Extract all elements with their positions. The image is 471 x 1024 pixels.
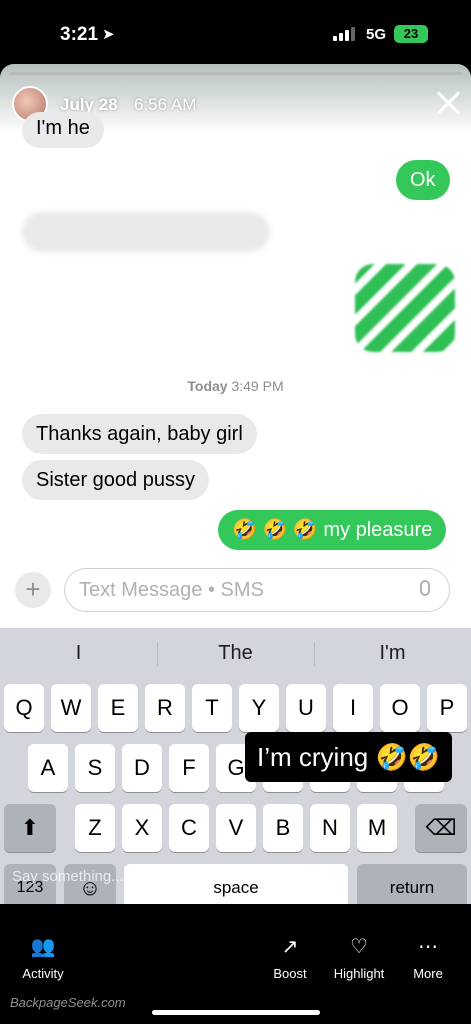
- message-bubble-received: Sister good pussy: [22, 460, 209, 500]
- microphone-icon[interactable]: [420, 580, 430, 596]
- key-c[interactable]: C: [169, 804, 209, 852]
- home-indicator: [152, 1010, 320, 1015]
- backspace-icon[interactable]: ⌫: [415, 804, 467, 852]
- status-time: 3:21: [60, 24, 99, 45]
- ellipsis-icon: ⋯: [418, 936, 438, 958]
- key-r[interactable]: R: [145, 684, 185, 732]
- cellular-signal-icon: [333, 27, 355, 41]
- close-icon[interactable]: [434, 88, 464, 118]
- shift-key[interactable]: ⬆: [4, 804, 56, 852]
- key-i[interactable]: I: [333, 684, 373, 732]
- key-u[interactable]: U: [286, 684, 326, 732]
- message-bubble-received: I'm he: [22, 112, 104, 148]
- message-composer: + Text Message • SMS: [0, 564, 471, 624]
- people-icon: 👥: [30, 936, 56, 958]
- space-key[interactable]: space: [124, 864, 348, 904]
- key-d[interactable]: D: [122, 744, 162, 792]
- key-a[interactable]: A: [28, 744, 68, 792]
- heart-circle-icon: ♡: [350, 936, 368, 958]
- story-progress-bar: [10, 72, 461, 75]
- story-caption: I’m crying 🤣🤣: [245, 732, 453, 782]
- tab-label: Highlight: [333, 966, 385, 981]
- key-t[interactable]: T: [192, 684, 232, 732]
- reply-placeholder[interactable]: Say something...: [12, 868, 124, 885]
- key-f[interactable]: F: [169, 744, 209, 792]
- input-placeholder: Text Message • SMS: [79, 579, 264, 601]
- battery-icon: 23: [394, 25, 428, 43]
- redacted-sent-message: [355, 264, 455, 352]
- key-o[interactable]: O: [380, 684, 420, 732]
- more-tab[interactable]: ⋯ More: [388, 934, 468, 981]
- plus-icon[interactable]: +: [15, 572, 51, 608]
- key-x[interactable]: X: [122, 804, 162, 852]
- tab-label: Activity: [22, 966, 64, 981]
- message-bubble-sent: Ok: [396, 160, 450, 200]
- tab-label: More: [413, 966, 443, 981]
- message-text: 🤣 🤣 🤣 my pleasure: [232, 519, 433, 541]
- redacted-message: [22, 212, 270, 252]
- suggestion-1[interactable]: I: [0, 642, 157, 665]
- message-text: I'm he: [36, 117, 90, 139]
- message-text: Ok: [410, 169, 436, 191]
- trend-up-icon: ↗: [281, 936, 299, 958]
- tab-label: Boost: [273, 966, 307, 981]
- text-message-input[interactable]: Text Message • SMS: [64, 568, 450, 612]
- key-p[interactable]: P: [427, 684, 467, 732]
- key-e[interactable]: E: [98, 684, 138, 732]
- message-bubble-sent: 🤣 🤣 🤣 my pleasure: [218, 510, 447, 550]
- status-bar: 3:21 ➤ 5G 23: [0, 0, 471, 64]
- key-n[interactable]: N: [310, 804, 350, 852]
- message-text: Thanks again, baby girl: [36, 423, 243, 445]
- suggestion-2[interactable]: The: [157, 642, 314, 665]
- network-type: 5G: [366, 26, 387, 43]
- location-arrow-icon: ➤: [102, 26, 115, 43]
- key-q[interactable]: Q: [4, 684, 44, 732]
- activity-tab[interactable]: 👥 Activity: [3, 934, 83, 981]
- highlight-tab[interactable]: ♡ Highlight: [319, 934, 399, 981]
- suggestion-3[interactable]: I'm: [314, 642, 471, 665]
- watermark: BackpageSeek.com: [10, 995, 126, 1010]
- key-v[interactable]: V: [216, 804, 256, 852]
- message-bubble-received: Thanks again, baby girl: [22, 414, 257, 454]
- timestamp-day: Today: [187, 378, 228, 394]
- key-b[interactable]: B: [263, 804, 303, 852]
- story-time: 6:56 AM: [134, 95, 197, 114]
- return-key[interactable]: return: [357, 864, 467, 904]
- key-m[interactable]: M: [357, 804, 397, 852]
- key-z[interactable]: Z: [75, 804, 115, 852]
- timestamp-time: 3:49 PM: [231, 378, 284, 394]
- key-s[interactable]: S: [75, 744, 115, 792]
- message-text: Sister good pussy: [36, 469, 195, 491]
- boost-tab[interactable]: ↗ Boost: [250, 934, 330, 981]
- key-w[interactable]: W: [51, 684, 91, 732]
- key-y[interactable]: Y: [239, 684, 279, 732]
- message-timestamp: Today 3:49 PM: [0, 378, 471, 394]
